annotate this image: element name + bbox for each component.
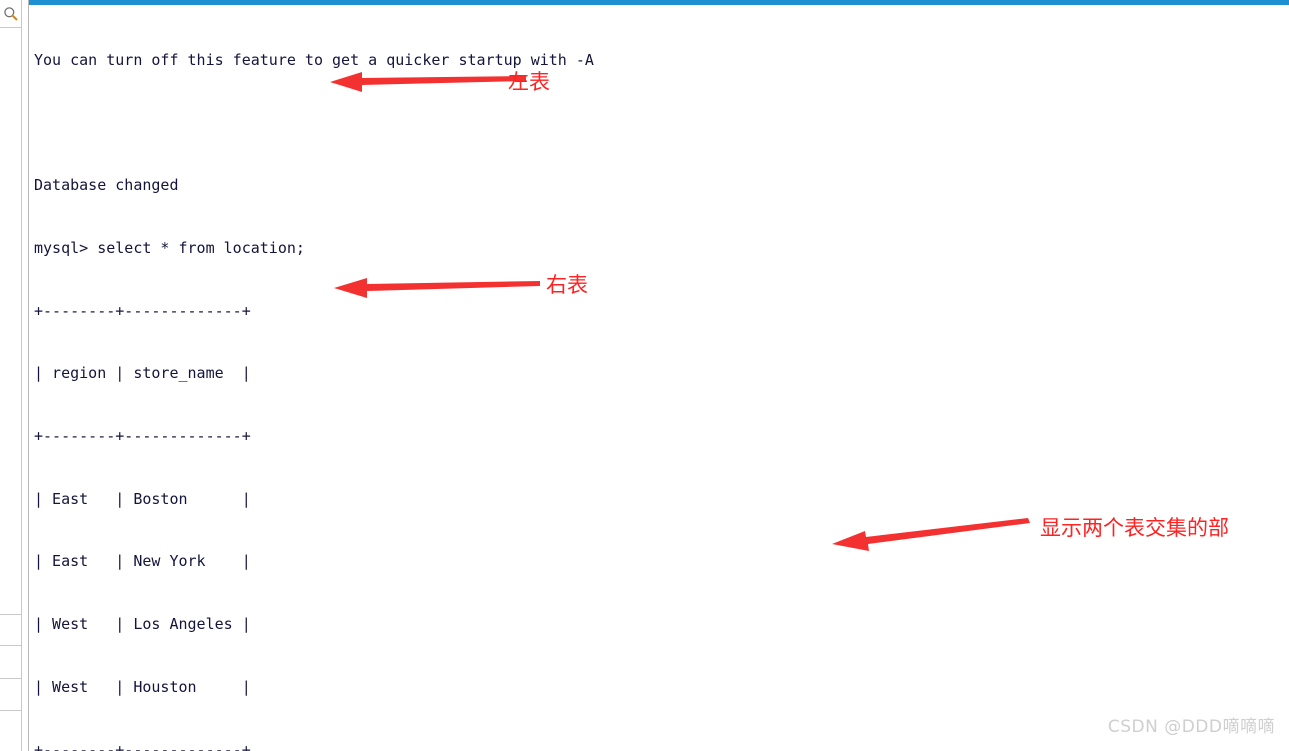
- console-line: Database changed: [34, 176, 179, 195]
- left-rail: [0, 0, 22, 751]
- console-line: +--------+-------------+: [34, 301, 251, 320]
- console-line: | region | store_name |: [34, 364, 251, 383]
- console-line: | West | Houston |: [34, 677, 251, 696]
- rail-divider-1: [0, 614, 21, 615]
- console-line: | East | New York |: [34, 552, 251, 571]
- search-icon[interactable]: [3, 6, 18, 21]
- console-line: | West | Los Angeles |: [34, 615, 251, 634]
- annotation-label-right-table: 右表: [546, 273, 588, 297]
- annotation-arrow-right-table: [334, 278, 540, 298]
- search-icon-cell[interactable]: [0, 0, 21, 28]
- console-line: +--------+-------------+: [34, 427, 251, 446]
- csdn-watermark: CSDN @DDD嘀嘀嘀: [1107, 717, 1275, 737]
- console-line: +--------+-------------+: [34, 740, 251, 751]
- title-bar-accent: [29, 0, 1289, 5]
- console-output: You can turn off this feature to get a q…: [34, 8, 1284, 751]
- annotation-label-intersection: 显示两个表交集的部: [1040, 516, 1229, 540]
- rail-divider-4: [0, 710, 21, 711]
- console-line: | East | Boston |: [34, 489, 251, 508]
- console-line-query-1: mysql> select * from location;: [34, 238, 305, 257]
- rail-divider-2: [0, 645, 21, 646]
- annotation-arrow-intersection: [832, 518, 1030, 551]
- screenshot-root: You can turn off this feature to get a q…: [0, 0, 1289, 751]
- annotation-label-left-table: 左表: [508, 70, 550, 94]
- rail-divider-3: [0, 678, 21, 679]
- console-line: You can turn off this feature to get a q…: [34, 50, 594, 69]
- terminal-pane[interactable]: You can turn off this feature to get a q…: [28, 0, 1289, 751]
- annotation-arrow-left-table: [330, 72, 526, 92]
